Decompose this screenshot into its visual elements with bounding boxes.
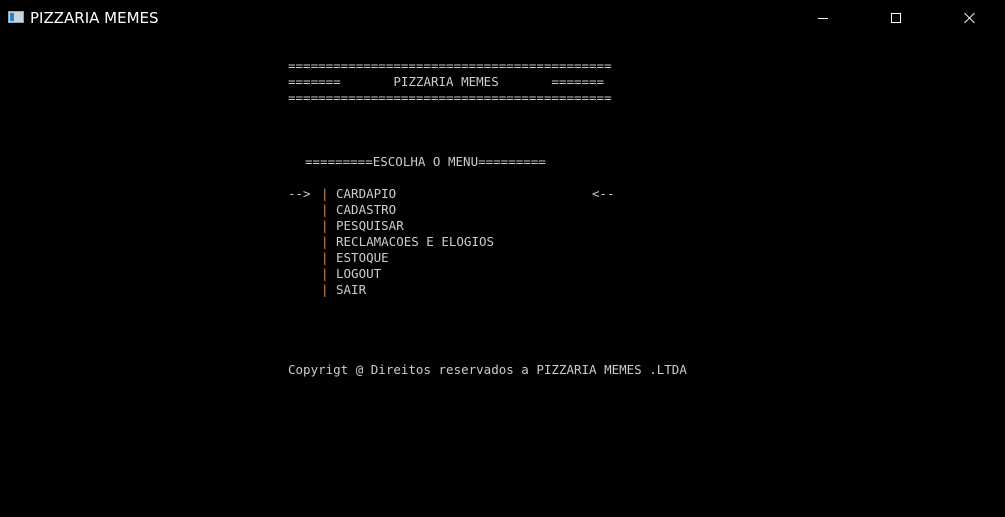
header-border-bottom: ========================================…: [288, 90, 612, 105]
menu-item-label: CARDAPIO: [336, 186, 397, 201]
selection-arrow-right: <--: [592, 186, 615, 201]
close-icon: [964, 12, 976, 24]
menu-separator: |: [321, 234, 329, 249]
menu-item-pesquisar: | PESQUISAR: [288, 218, 404, 234]
menu-separator: |: [321, 282, 329, 297]
menu-item-estoque: | ESTOQUE: [288, 250, 389, 266]
menu-item-label: CADASTRO: [336, 202, 397, 217]
menu-separator: |: [321, 186, 329, 201]
menu-item-label: PESQUISAR: [336, 218, 404, 233]
console-window: PIZZARIA MEMES =========================…: [0, 0, 1005, 517]
menu-separator: |: [321, 266, 329, 281]
menu-item-label: LOGOUT: [336, 266, 382, 281]
menu-item-label: SAIR: [336, 282, 367, 297]
close-button[interactable]: [947, 0, 993, 36]
console-app-icon: [8, 11, 24, 23]
copyright-text: Copyrigt @ Direitos reservados a PIZZARI…: [288, 362, 687, 377]
menu-item-label: RECLAMACOES E ELOGIOS: [336, 234, 495, 249]
menu-item-sair: | SAIR: [288, 282, 366, 298]
menu-separator: |: [321, 250, 329, 265]
window-title: PIZZARIA MEMES: [30, 9, 159, 27]
maximize-icon: [891, 13, 901, 23]
minimize-icon: [818, 18, 828, 19]
maximize-button[interactable]: [873, 0, 919, 36]
menu-item-cardapio: --> | CARDAPIO <--: [288, 186, 615, 202]
menu-separator: |: [321, 218, 329, 233]
menu-item-cadastro: | CADASTRO: [288, 202, 396, 218]
menu-separator: |: [321, 202, 329, 217]
console-output: ========================================…: [0, 36, 1005, 517]
header-border-top: ========================================…: [288, 58, 612, 73]
menu-heading: =========ESCOLHA O MENU=========: [305, 154, 546, 169]
menu-item-label: ESTOQUE: [336, 250, 389, 265]
menu-item-reclamacoes: | RECLAMACOES E ELOGIOS: [288, 234, 494, 250]
title-bar[interactable]: PIZZARIA MEMES: [0, 0, 1005, 36]
minimize-button[interactable]: [800, 0, 846, 36]
header-title-line: ======= PIZZARIA MEMES =======: [288, 74, 605, 89]
menu-item-logout: | LOGOUT: [288, 266, 381, 282]
selection-arrow-left: -->: [288, 186, 311, 201]
